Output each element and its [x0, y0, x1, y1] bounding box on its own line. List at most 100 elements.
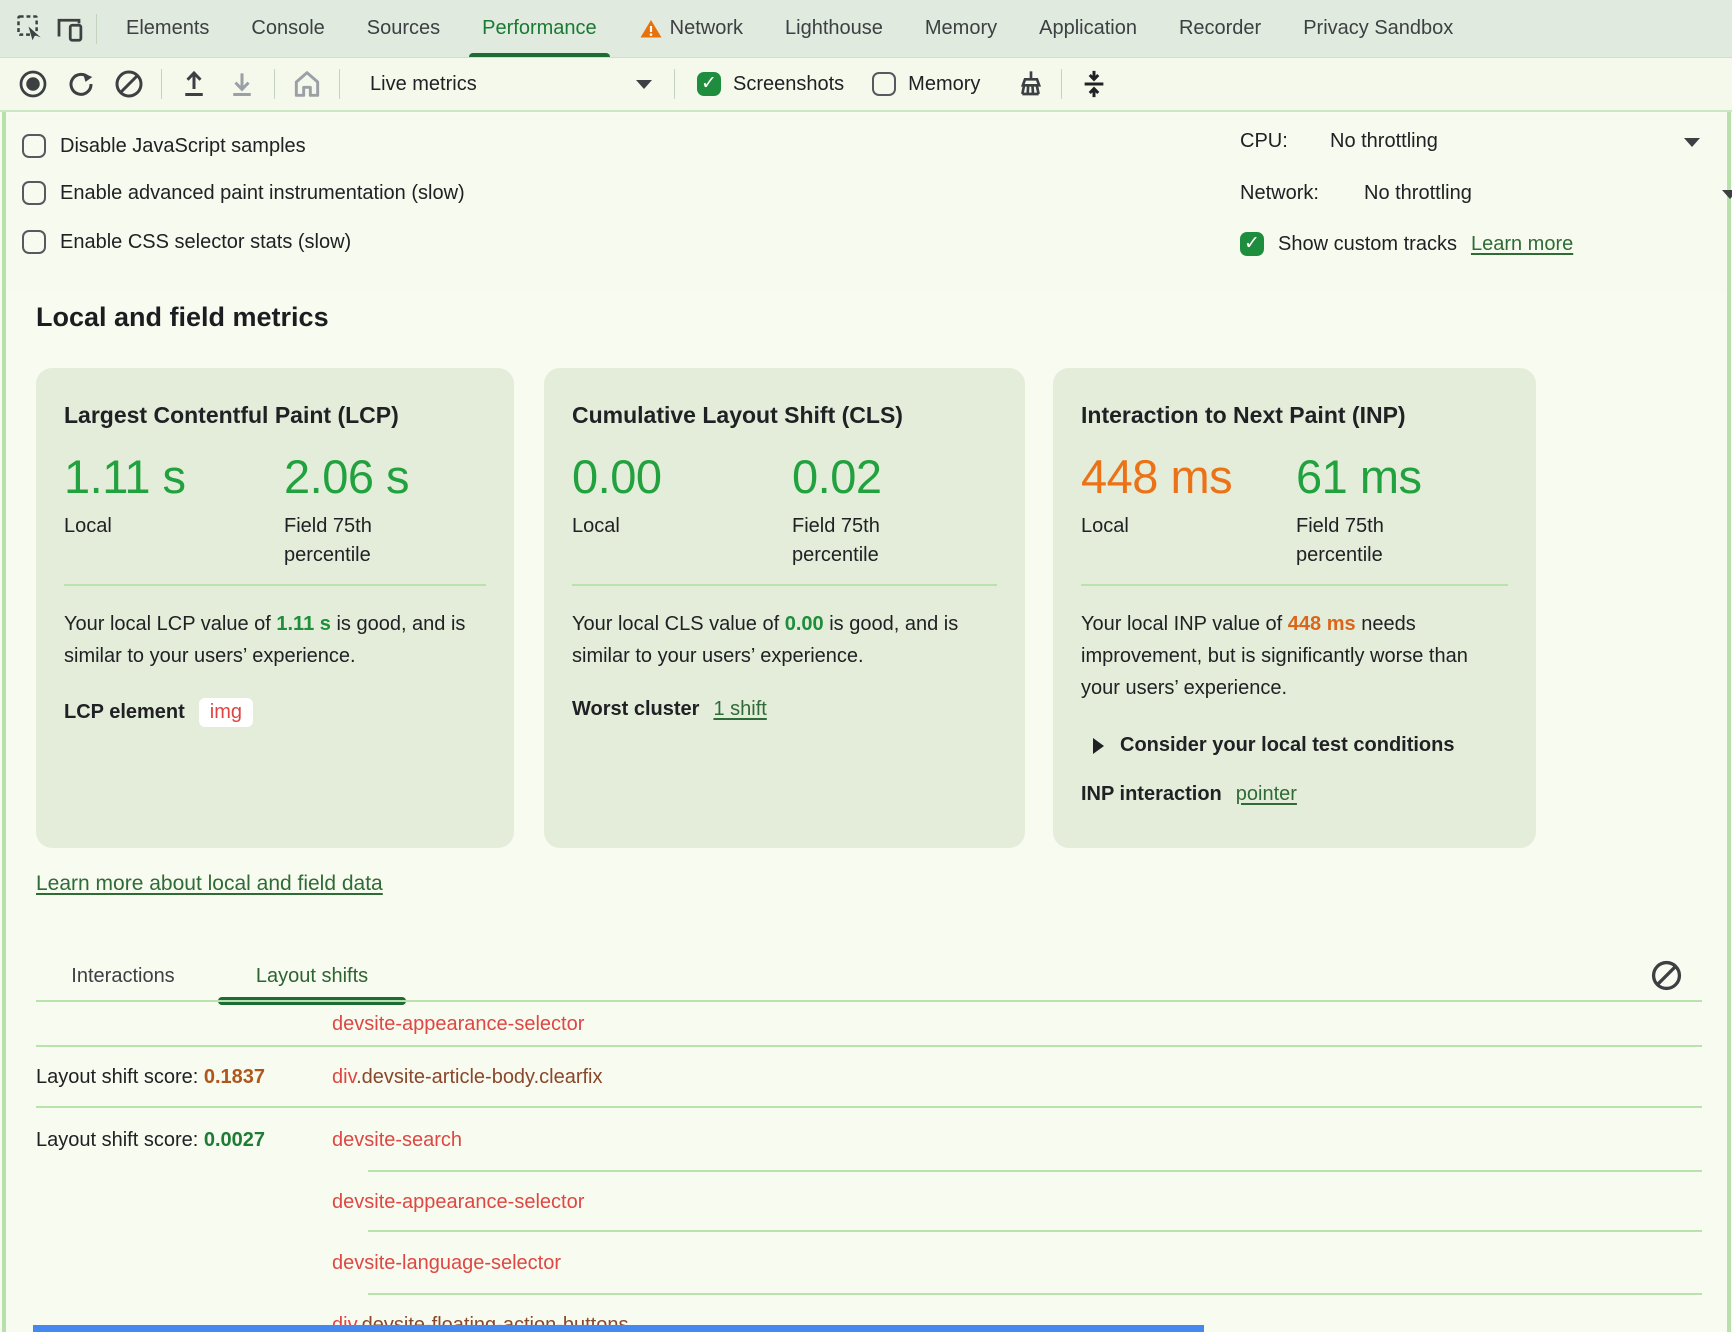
lcp-element-label: LCP element — [64, 701, 185, 724]
lcp-element-chip[interactable]: img — [199, 698, 253, 727]
shift-element-link[interactable]: devsite-appearance-selector — [332, 1013, 584, 1035]
cpu-caret-icon[interactable] — [1684, 138, 1700, 147]
screenshots-toggle[interactable]: Screenshots — [697, 72, 844, 96]
lcp-card-title: Largest Contentful Paint (LCP) — [64, 402, 486, 429]
css-selector-stats-toggle[interactable]: Enable CSS selector stats (slow) — [22, 226, 351, 258]
tab-sources[interactable]: Sources — [346, 0, 461, 58]
separator — [274, 69, 275, 99]
lcp-local-value: 1.11 s — [64, 449, 284, 504]
inp-local-value: 448 ms — [1081, 449, 1296, 504]
upload-profile-icon[interactable] — [175, 65, 213, 103]
tab-memory[interactable]: Memory — [904, 0, 1018, 58]
separator — [1061, 69, 1062, 99]
shift-score: 0.1837 — [204, 1066, 265, 1088]
divider — [1081, 584, 1508, 586]
panel-mode-value: Live metrics — [370, 73, 477, 96]
separator — [161, 69, 162, 99]
tab-lighthouse[interactable]: Lighthouse — [764, 0, 904, 58]
local-test-conditions-disclosure[interactable]: Consider your local test conditions — [1081, 734, 1508, 757]
inp-interaction-link[interactable]: pointer — [1236, 783, 1297, 806]
screenshots-checkbox[interactable] — [697, 72, 721, 96]
capture-settings: Disable JavaScript samples Enable advanc… — [6, 114, 1726, 292]
tab-elements[interactable]: Elements — [105, 0, 230, 58]
inp-card: Interaction to Next Paint (INP) 448 ms L… — [1053, 368, 1536, 848]
lcp-card: Largest Contentful Paint (LCP) 1.11 s Lo… — [36, 368, 514, 848]
compress-arrows-icon[interactable] — [1075, 65, 1113, 103]
layout-shift-row: Layout shift score: 0.1837 div.devsite-a… — [0, 1047, 1732, 1108]
custom-tracks-toggle[interactable]: Show custom tracks Learn more — [1240, 232, 1573, 256]
separator — [674, 69, 675, 99]
cls-card-title: Cumulative Layout Shift (CLS) — [572, 402, 997, 429]
worst-cluster-link[interactable]: 1 shift — [713, 698, 766, 721]
css-selector-stats-checkbox[interactable] — [22, 230, 46, 254]
reload-record-icon[interactable] — [62, 65, 100, 103]
advanced-paint-toggle[interactable]: Enable advanced paint instrumentation (s… — [22, 177, 465, 209]
section-heading: Local and field metrics — [36, 302, 329, 333]
tab-layout-shifts[interactable]: Layout shifts — [218, 950, 406, 1002]
cpu-throttle-select[interactable]: No throttling — [1330, 130, 1438, 153]
memory-checkbox[interactable] — [872, 72, 896, 96]
cls-local-value: 0.00 — [572, 449, 792, 504]
lcp-description: Your local LCP value of 1.11 s is good, … — [64, 608, 472, 672]
layout-shift-row: devsite-appearance-selector — [0, 1172, 1732, 1232]
advanced-paint-checkbox[interactable] — [22, 181, 46, 205]
warning-icon — [639, 17, 663, 41]
shift-log-header: Interactions Layout shifts — [0, 942, 1732, 1002]
separator — [339, 69, 340, 99]
cls-field-value: 0.02 — [792, 449, 942, 504]
inp-field-value: 61 ms — [1296, 449, 1446, 504]
tab-performance[interactable]: Performance — [461, 0, 618, 58]
shift-score: 0.0027 — [204, 1129, 265, 1151]
inp-interaction-label: INP interaction — [1081, 783, 1222, 806]
clear-icon[interactable] — [110, 65, 148, 103]
chevron-down-icon — [636, 80, 652, 89]
layout-shift-row: devsite-language-selector — [0, 1232, 1732, 1295]
network-label: Network: — [1240, 182, 1364, 205]
download-profile-icon[interactable] — [223, 65, 261, 103]
shift-element-link[interactable]: div — [332, 1066, 356, 1088]
active-tab-underline — [469, 53, 610, 58]
layout-shift-row: Layout shift score: 0.0027 devsite-searc… — [0, 1108, 1732, 1172]
tab-recorder[interactable]: Recorder — [1158, 0, 1282, 58]
cpu-throttle-row: CPU: No throttling — [1240, 130, 1438, 153]
network-throttle-select[interactable]: No throttling — [1364, 182, 1472, 205]
record-icon[interactable] — [14, 65, 52, 103]
custom-tracks-learn-more-link[interactable]: Learn more — [1471, 233, 1573, 256]
shift-element-link[interactable]: devsite-search — [332, 1129, 462, 1151]
learn-more-field-data-link[interactable]: Learn more about local and field data — [36, 872, 383, 896]
separator — [96, 14, 97, 44]
chevron-right-icon — [1093, 738, 1104, 754]
devtools-tabbar: Elements Console Sources Performance Net… — [0, 0, 1732, 58]
tab-privacy-sandbox[interactable]: Privacy Sandbox — [1282, 0, 1474, 58]
layout-shift-row: devsite-appearance-selector — [0, 1002, 1732, 1047]
panel-mode-select[interactable]: Live metrics — [358, 64, 666, 104]
memory-toggle[interactable]: Memory — [872, 72, 980, 96]
focused-row-indicator — [33, 1325, 1204, 1332]
lcp-field-value: 2.06 s — [284, 449, 434, 504]
disable-js-samples-checkbox[interactable] — [22, 134, 46, 158]
cpu-label: CPU: — [1240, 130, 1330, 153]
shift-element-link[interactable]: devsite-appearance-selector — [332, 1191, 584, 1213]
tab-network[interactable]: Network — [618, 0, 764, 58]
device-toolbar-icon[interactable] — [50, 10, 88, 48]
network-throttle-row: Network: No throttling — [1240, 182, 1472, 205]
shift-element-link[interactable]: devsite-language-selector — [332, 1252, 561, 1274]
tab-application[interactable]: Application — [1018, 0, 1158, 58]
divider — [64, 584, 486, 586]
inp-description: Your local INP value of 448 ms needs imp… — [1081, 608, 1501, 704]
custom-tracks-checkbox[interactable] — [1240, 232, 1264, 256]
worst-cluster-label: Worst cluster — [572, 698, 699, 721]
tab-console[interactable]: Console — [230, 0, 345, 58]
network-caret-icon[interactable] — [1722, 190, 1732, 199]
clear-log-icon[interactable] — [1650, 959, 1683, 992]
tab-interactions[interactable]: Interactions — [48, 950, 198, 1002]
inp-card-title: Interaction to Next Paint (INP) — [1081, 402, 1508, 429]
inspect-icon[interactable] — [12, 10, 50, 48]
layout-shift-list: devsite-appearance-selector Layout shift… — [0, 1002, 1732, 1332]
home-icon[interactable] — [288, 65, 326, 103]
divider — [572, 584, 997, 586]
cls-description: Your local CLS value of 0.00 is good, an… — [572, 608, 980, 672]
garbage-collect-icon[interactable] — [1010, 65, 1048, 103]
disable-js-samples-toggle[interactable]: Disable JavaScript samples — [22, 130, 306, 162]
performance-toolbar: Live metrics Screenshots Memory — [0, 58, 1732, 112]
